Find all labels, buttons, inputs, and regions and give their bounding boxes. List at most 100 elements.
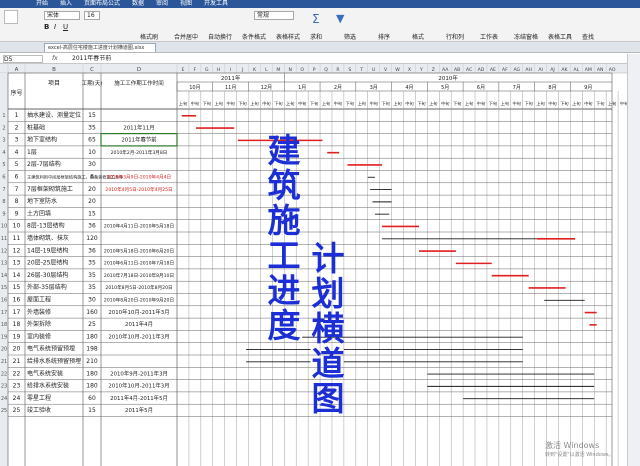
row-number-10: 10 — [13, 223, 21, 230]
row-date-23: 2010年10月-2011年3月 — [108, 382, 169, 390]
row-item-15: 外部-35层结构 — [27, 283, 67, 291]
ribbon-button-9[interactable]: 格式 — [412, 32, 424, 41]
sum-icon[interactable]: Σ — [312, 12, 320, 26]
row-days-11: 120 — [86, 235, 98, 242]
ribbon-tab-5[interactable]: 数据 — [132, 0, 144, 8]
ribbon-button-2[interactable]: 合并居中 — [174, 32, 198, 41]
ribbon-button-5[interactable]: 表格样式 — [276, 32, 300, 41]
filter-icon[interactable]: ▼ — [336, 12, 344, 25]
row-date-18: 2011年4月 — [125, 320, 153, 328]
ribbon-tab-6[interactable]: 审阅 — [156, 0, 168, 8]
number-format-select[interactable]: 常规 — [254, 11, 294, 20]
column-header-A: A — [15, 67, 19, 73]
dekad-label: 中旬 — [513, 100, 521, 107]
dekad-label: 下旬 — [274, 100, 282, 107]
row-header-15: 15 — [1, 285, 7, 291]
row-days-5: 30 — [88, 161, 96, 168]
ribbon-tab-4[interactable]: 公式 — [108, 0, 120, 8]
italic-icon[interactable]: I — [54, 23, 56, 31]
column-header-T: T — [359, 67, 363, 73]
row-days-1: 15 — [88, 112, 96, 119]
row-number-7: 7 — [15, 186, 19, 193]
name-box[interactable]: D5 — [3, 55, 43, 63]
row-header-20: 20 — [1, 347, 7, 353]
row-header-19: 19 — [1, 334, 7, 340]
row-days-22: 180 — [86, 370, 98, 377]
font-size-select[interactable]: 16 — [84, 11, 100, 20]
row-date-10: 2010年4月11日-2010年5月18日 — [104, 223, 174, 230]
row-number-3: 3 — [15, 137, 19, 144]
row-number-1: 1 — [15, 112, 19, 119]
column-header-G: G — [205, 67, 209, 73]
ribbon-button-6[interactable]: 求和 — [310, 32, 322, 41]
dekad-label: 下旬 — [417, 100, 425, 107]
row-item-4: 1层 — [27, 149, 37, 156]
ribbon-tab-8[interactable]: 开发工具 — [204, 0, 228, 8]
bold-icon[interactable]: B — [44, 23, 49, 31]
ribbon-button-4[interactable]: 条件格式 — [242, 32, 266, 41]
dekad-label: 中旬 — [262, 100, 270, 107]
row-header-7: 7 — [2, 187, 5, 193]
column-header-O: O — [300, 67, 304, 73]
ribbon-tab-2[interactable]: 插入 — [60, 0, 72, 8]
ribbon-button-8[interactable]: 排序 — [378, 32, 390, 41]
font-name-select[interactable]: 宋体 — [44, 11, 80, 20]
document-tab[interactable]: excel-高层住宅楼施工进度计划横道图.xlsx — [44, 43, 156, 52]
column-header-Y: Y — [419, 67, 423, 73]
ribbon-button-1[interactable]: 格式刷 — [140, 32, 158, 41]
row-date-4: 2010年2月-2011年3月8日 — [111, 149, 168, 156]
row-item-18: 外架拆除 — [27, 320, 51, 328]
month-label-6: 3月 — [370, 85, 378, 91]
title-char-9: 横 — [311, 309, 345, 348]
title-char-4: 工 — [267, 236, 301, 275]
row-days-9: 15 — [88, 210, 96, 217]
row-header-10: 10 — [1, 224, 7, 230]
dekad-label: 上旬 — [179, 100, 187, 107]
title-char-11: 图 — [311, 379, 345, 418]
ribbon-button-14[interactable]: 查找 — [582, 32, 594, 41]
row-days-4: 10 — [88, 149, 96, 156]
column-header-AH: AH — [525, 67, 532, 73]
row-days-20: 198 — [86, 346, 98, 353]
dekad-label: 上旬 — [536, 100, 544, 107]
row-item-11: 墙体砌筑、抹灰 — [27, 234, 69, 242]
column-header-AI: AI — [538, 67, 543, 73]
formula-input[interactable]: 2011年春节前 — [72, 55, 111, 62]
month-label-2: 11月 — [225, 85, 236, 91]
ribbon-tab-7[interactable]: 视图 — [180, 0, 192, 8]
column-header-AB: AB — [454, 67, 460, 73]
dekad-label: 中旬 — [334, 100, 342, 107]
ribbon-button-7[interactable]: 筛选 — [344, 32, 356, 41]
row-header-23: 23 — [1, 384, 7, 390]
row-item-1: 抽水建设、测量定位 — [27, 111, 81, 119]
dekad-label: 下旬 — [489, 100, 497, 107]
right-side-panel[interactable] — [627, 54, 640, 466]
month-label-11: 8月 — [548, 85, 556, 91]
row-header-14: 14 — [1, 273, 7, 279]
activation-watermark: 激活 Windows — [545, 441, 600, 450]
paste-icon[interactable] — [4, 10, 18, 24]
row-number-20: 20 — [13, 346, 21, 353]
title-char-1: 建 — [267, 131, 301, 170]
row-number-19: 19 — [13, 333, 21, 340]
row-item-22: 电气系统安装 — [27, 369, 63, 377]
row-header-8: 8 — [2, 199, 5, 205]
ribbon-button-10[interactable]: 行和列 — [446, 32, 464, 41]
ribbon-button-13[interactable]: 表格工具 — [548, 32, 572, 41]
dekad-label: 下旬 — [560, 100, 568, 107]
ribbon-button-11[interactable]: 工作表 — [480, 32, 498, 41]
column-header-AC: AC — [466, 67, 472, 73]
title-char-2: 筑 — [267, 166, 301, 205]
dekad-label: 中旬 — [584, 100, 592, 107]
dekad-label: 中旬 — [477, 100, 485, 107]
row-header-18: 18 — [1, 322, 7, 328]
row-days-18: 25 — [88, 321, 96, 328]
underline-icon[interactable]: U — [63, 23, 68, 31]
row-number-22: 22 — [13, 370, 21, 377]
column-header-H: H — [217, 67, 220, 73]
ribbon-button-3[interactable]: 自动换行 — [208, 32, 232, 41]
ribbon-tab-3[interactable]: 页面布局 — [84, 0, 108, 8]
ribbon-tab-1[interactable]: 开始 — [36, 0, 48, 8]
dekad-label: 上旬 — [358, 100, 366, 107]
ribbon-button-12[interactable]: 冻结窗格 — [514, 32, 538, 41]
